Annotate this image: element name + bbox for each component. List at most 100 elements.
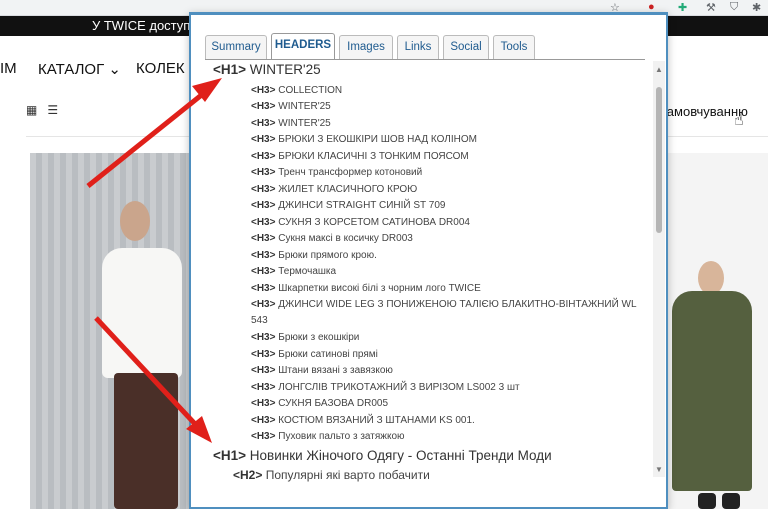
tab-underline [205,59,645,60]
header-entry[interactable]: <H3> Брюки прямого крою. [251,250,377,261]
header-entry[interactable]: <H3> СУКНЯ З КОРСЕТОМ САТИНОВА DR004 [251,217,470,228]
tab-social[interactable]: Social [443,35,489,59]
promo-text: У TWICE доступн [92,18,198,33]
header-entry[interactable]: <H3> Штани вязані з завязкою [251,365,393,376]
header-entry[interactable]: <H3> БРЮКИ КЛАСИЧНІ З ТОНКИМ ПОЯСОМ [251,151,469,162]
header-text: БРЮКИ З ЕКОШКІРИ ШОВ НАД КОЛІНОМ [278,134,477,145]
header-text: СУКНЯ З КОРСЕТОМ САТИНОВА DR004 [278,217,470,228]
header-entry[interactable]: <H3> COLLECTION [251,85,342,96]
screenshot-root: ☆ ● ✚ ⚒ ⛉ ✱ У TWICE доступн ІМ КАТАЛОГ ⌄… [0,0,768,509]
photo-model-pants [114,373,178,509]
photo-coat [672,291,752,491]
header-text: 543 [251,315,268,326]
header-entry[interactable]: <H1> WINTER'25 [213,62,321,77]
extension-bug-icon[interactable]: ✱ [752,1,761,14]
header-text: Популярні які варто побачити [265,468,430,482]
header-tag: <H3> [251,101,276,112]
popup-scrollbar[interactable]: ▲ ▼ [653,61,665,477]
header-tag: <H3> [251,167,276,178]
header-text: Шкарпетки високі білі з чорним лого TWIC… [278,283,481,294]
tab-tools[interactable]: Tools [493,35,535,59]
view-toggle: ▦ ☰ [26,103,68,117]
header-tag: <H3> [251,184,276,195]
header-entry[interactable]: <H3> Сукня максі в косичку DR003 [251,233,413,244]
photo-model-head [120,201,150,241]
tab-summary[interactable]: Summary [205,35,267,59]
header-text: ДЖИНСИ STRAIGHT СИНІЙ ST 709 [278,200,446,211]
header-entry[interactable]: <H3> Брюки з екошкіри [251,332,359,343]
hand-cursor-icon: ☝ [734,112,744,129]
tab-images[interactable]: Images [339,35,393,59]
header-text: COLLECTION [278,85,343,96]
extension-shield-icon[interactable]: ⛉ [730,1,738,14]
header-tag: <H1> [213,62,247,77]
header-tag: <H3> [251,283,276,294]
grid-view-icon[interactable]: ▦ [26,103,37,117]
header-tag: <H3> [251,299,276,310]
tab-links[interactable]: Links [397,35,439,59]
header-text: WINTER'25 [249,62,321,77]
header-text: Сукня максі в косичку DR003 [278,233,413,244]
header-text: ЖИЛЕТ КЛАСИЧНОГО КРОЮ [278,184,418,195]
header-text: Тренч трансформер котоновий [278,167,423,178]
header-tag: <H3> [251,233,276,244]
photo-shoe-left [698,493,716,509]
seo-extension-popup: Summary HEADERS Images Links Social Tool… [189,12,668,509]
header-text: Новинки Жіночого Одягу - Останні Тренди … [249,448,552,463]
header-tag: <H3> [251,250,276,261]
nav-item-1[interactable]: ІМ [0,60,17,77]
header-text: БРЮКИ КЛАСИЧНІ З ТОНКИМ ПОЯСОМ [278,151,469,162]
scroll-down-icon[interactable]: ▼ [655,465,663,474]
photo-model-top [102,248,182,378]
header-text: Пуховик пальто з затяжкою [278,431,405,442]
header-tag: <H3> [251,349,276,360]
header-tag: <H3> [251,332,276,343]
header-entry[interactable]: <H3> КОСТЮМ ВЯЗАНИЙ З ШТАНАМИ KS 001. [251,415,475,426]
headers-list: <H1> WINTER'25 <H3> COLLECTION <H3> WINT… [211,62,651,509]
header-tag: <H3> [251,151,276,162]
header-entry[interactable]: <H3> ДЖИНСИ WIDE LEG З ПОНИЖЕНОЮ ТАЛІЄЮ … [251,299,637,310]
header-tag: <H3> [251,415,276,426]
header-entry[interactable]: <H2> Популярні які варто побачити [233,468,430,482]
header-entry[interactable]: <H3> Термочашка [251,266,336,277]
header-entry[interactable]: <H3> WINTER'25 [251,118,331,129]
scrollbar-thumb[interactable] [656,87,662,233]
header-entry[interactable]: <H3> СУКНЯ БАЗОВА DR005 [251,398,388,409]
photo-shoe-right [722,493,740,509]
header-tag: <H2> [233,468,263,482]
header-text: СУКНЯ БАЗОВА DR005 [278,398,389,409]
header-entry[interactable]: <H3> WINTER'25 [251,101,331,112]
scroll-up-icon[interactable]: ▲ [655,65,663,74]
header-text: Брюки сатинові прямі [278,349,378,360]
header-entry[interactable]: <H3> ДЖИНСИ STRAIGHT СИНІЙ ST 709 [251,200,445,211]
header-tag: <H3> [251,365,276,376]
nav-item-catalog[interactable]: КАТАЛОГ ⌄ [38,60,121,78]
nav-item-collections[interactable]: КОЛЕК [136,60,185,77]
header-entry[interactable]: <H3> ЖИЛЕТ КЛАСИЧНОГО КРОЮ [251,184,417,195]
header-text: ЛОНГСЛІВ ТРИКОТАЖНИЙ З ВИРІЗОМ LS002 3 ш… [278,382,520,393]
header-tag: <H3> [251,118,276,129]
header-tag: <H3> [251,134,276,145]
header-entry[interactable]: <H3> Брюки сатинові прямі [251,349,378,360]
header-entry-continuation: 543 [251,315,268,326]
header-text: WINTER'25 [278,101,331,112]
header-tag: <H3> [251,398,276,409]
header-entry[interactable]: <H3> Тренч трансформер котоновий [251,167,422,178]
product-photo-left[interactable] [30,153,190,509]
extension-puzzle-icon[interactable]: ✚ [678,1,687,14]
header-tag: <H3> [251,431,276,442]
photo-model-head-right [698,261,724,295]
header-text: Штани вязані з завязкою [278,365,393,376]
header-tag: <H3> [251,85,276,96]
extension-wrench-icon[interactable]: ⚒ [706,1,716,14]
header-text: КОСТЮМ ВЯЗАНИЙ З ШТАНАМИ KS 001. [278,415,475,426]
list-view-icon[interactable]: ☰ [47,103,58,117]
header-entry[interactable]: <H3> Шкарпетки високі білі з чорним лого… [251,283,481,294]
header-text: Термочашка [278,266,337,277]
header-tag: <H1> [213,448,247,463]
header-entry[interactable]: <H3> Пуховик пальто з затяжкою [251,431,405,442]
header-entry[interactable]: <H3> БРЮКИ З ЕКОШКІРИ ШОВ НАД КОЛІНОМ [251,134,477,145]
tab-headers[interactable]: HEADERS [271,33,335,59]
header-entry[interactable]: <H1> Новинки Жіночого Одягу - Останні Тр… [213,448,552,463]
header-entry[interactable]: <H3> ЛОНГСЛІВ ТРИКОТАЖНИЙ З ВИРІЗОМ LS00… [251,382,520,393]
